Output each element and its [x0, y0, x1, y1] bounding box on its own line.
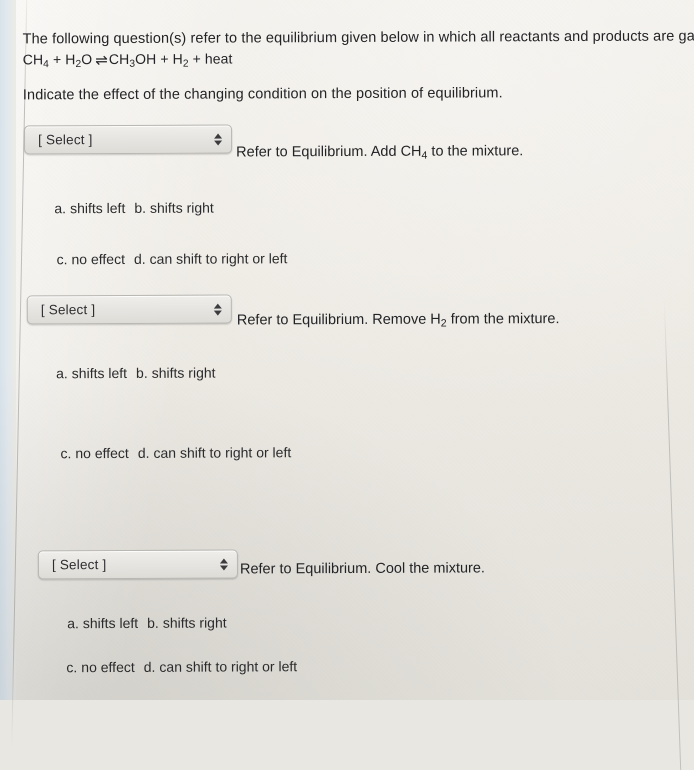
option-text-d: can shift to right or left [153, 444, 291, 461]
question-instruction: Indicate the effect of the changing cond… [23, 83, 503, 105]
option-text-a: shifts left [70, 200, 125, 216]
option-key-d: d. [138, 445, 150, 461]
equilibrium-arrow-icon: ⇌ [92, 53, 109, 68]
equation-heat-term: heat [205, 50, 233, 66]
option-key-a: a. [67, 615, 79, 631]
answer-options-row: c.no effect d.can shift to right or left [60, 443, 291, 462]
question-stem-line: The following question(s) refer to the e… [23, 26, 694, 49]
option-key-c: c. [57, 251, 68, 267]
chevron-up-icon [213, 303, 221, 308]
equation-product-h2: H2 [173, 51, 189, 67]
equation-plus: + [156, 51, 172, 67]
chevron-down-icon [214, 140, 222, 145]
option-text-b: shifts right [163, 615, 227, 631]
equation-product-ch3oh: CH3OH [109, 51, 156, 67]
question-prompt-2: Refer to Equilibrium. Remove H2 from the… [237, 310, 560, 329]
equation-plus: + [49, 51, 65, 67]
equation-reactant-ch4: CH4 [23, 51, 49, 67]
answer-select-2-value: [ Select ] [28, 302, 96, 317]
option-text-b: shifts right [152, 365, 216, 381]
question-content: The following question(s) refer to the e… [0, 0, 694, 702]
chevron-up-icon [219, 558, 227, 563]
option-key-a: a. [54, 200, 66, 216]
option-key-c: c. [66, 659, 77, 675]
option-text-b: shifts right [150, 200, 214, 216]
answer-options-row: a.shifts left b.shifts right [54, 199, 214, 218]
answer-select-1[interactable]: [ Select ] [24, 124, 232, 154]
chevron-down-icon [219, 565, 227, 570]
answer-select-2[interactable]: [ Select ] [27, 295, 232, 325]
answer-select-3-value: [ Select ] [39, 557, 107, 572]
chevron-updown-icon[interactable] [213, 133, 222, 145]
equilibrium-equation: CH4 + H2O⇌CH3OH + H2 + heat [23, 48, 233, 69]
option-key-b: b. [147, 615, 159, 631]
option-text-c: no effect [81, 659, 135, 675]
chevron-up-icon [214, 133, 222, 138]
option-text-d: can shift to right or left [150, 250, 288, 267]
equation-reactant-h2o: H2O [65, 51, 92, 67]
option-text-a: shifts left [72, 365, 127, 381]
option-key-d: d. [144, 659, 156, 675]
question-prompt-1: Refer to Equilibrium. Add CH4 to the mix… [236, 142, 523, 161]
question-prompt-3: Refer to Equilibrium. Cool the mixture. [240, 559, 485, 578]
option-key-d: d. [134, 251, 146, 267]
answer-options-row: a.shifts left b.shifts right [56, 364, 216, 383]
answer-options-row: c.no effect d.can shift to right or left [66, 657, 297, 676]
chevron-down-icon [213, 310, 221, 315]
chevron-updown-icon[interactable] [213, 303, 222, 315]
option-key-c: c. [60, 445, 71, 461]
option-text-c: no effect [75, 445, 129, 461]
option-key-b: b. [136, 365, 148, 381]
answer-select-1-value: [ Select ] [25, 132, 93, 147]
option-key-b: b. [134, 200, 146, 216]
option-key-a: a. [56, 365, 68, 381]
option-text-c: no effect [71, 251, 125, 267]
answer-select-3[interactable]: [ Select ] [38, 549, 238, 579]
answer-options-row: a.shifts left b.shifts right [67, 614, 227, 633]
option-text-d: can shift to right or left [159, 658, 297, 675]
equation-plus: + [189, 51, 205, 67]
chevron-updown-icon[interactable] [219, 558, 228, 570]
answer-options-row: c.no effect d.can shift to right or left [57, 249, 288, 268]
option-text-a: shifts left [83, 615, 138, 631]
